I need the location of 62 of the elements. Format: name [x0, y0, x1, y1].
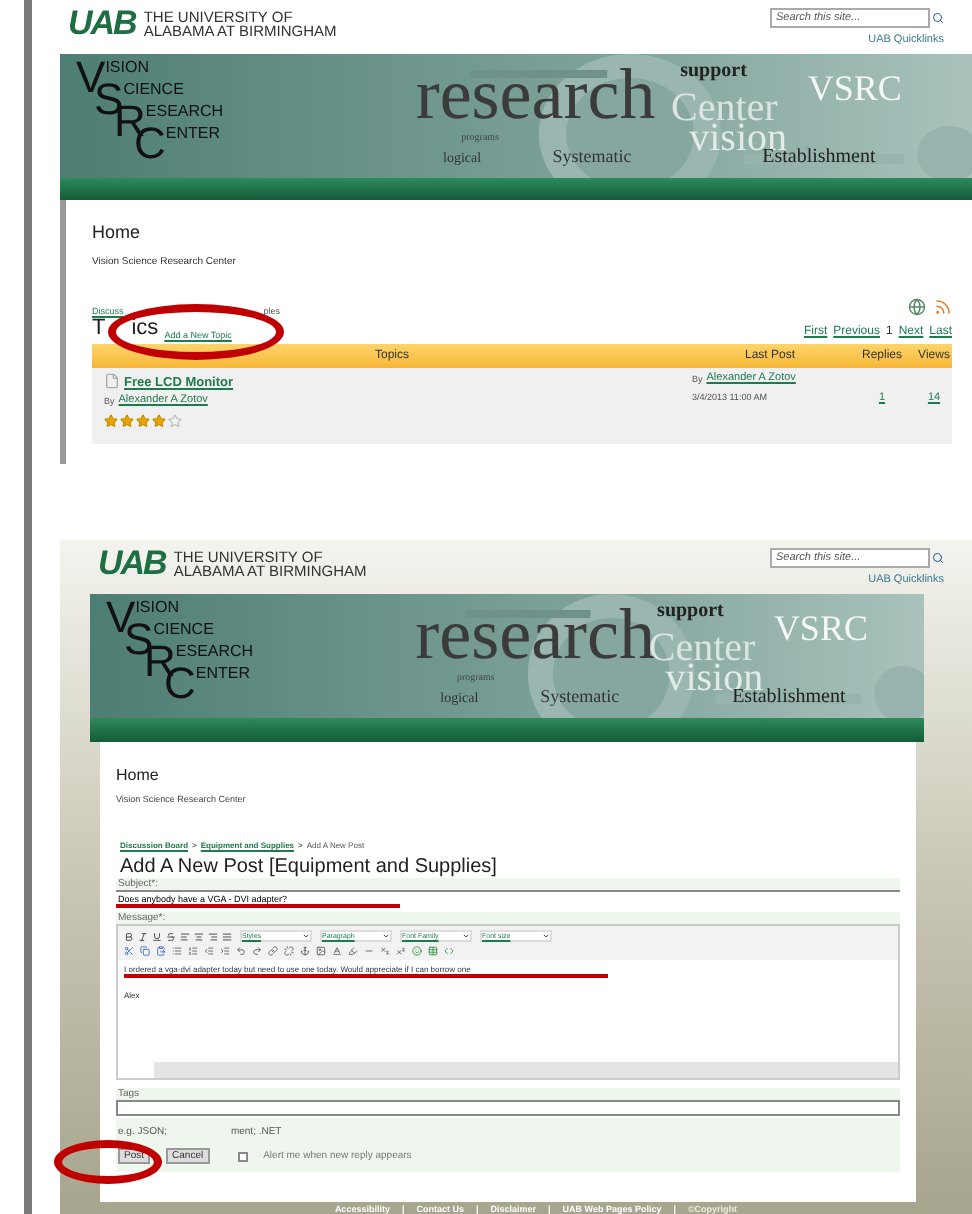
form-title: Add A New Post [Equipment and Supplies] — [120, 856, 499, 878]
tags-field[interactable] — [116, 1100, 900, 1116]
align-left-icon[interactable] — [180, 931, 190, 941]
copy-icon[interactable] — [140, 946, 150, 956]
globe-icon[interactable] — [908, 298, 926, 316]
italic-icon[interactable] — [138, 931, 148, 941]
underline-icon[interactable] — [152, 931, 162, 941]
horizontal-rule-icon[interactable] — [364, 946, 374, 956]
align-center-icon[interactable] — [194, 931, 204, 941]
table-icon[interactable] — [428, 946, 438, 956]
university-logo[interactable]: UAB — [68, 8, 136, 38]
logo-word: ENTER — [195, 666, 251, 682]
banner-word: support — [680, 62, 747, 82]
logo-word: CIENCE — [123, 82, 184, 98]
logo-word: CIENCE — [153, 622, 214, 638]
banner-word: VSRC — [773, 610, 868, 646]
redo-icon[interactable] — [252, 946, 262, 956]
logo-word: ISION — [135, 600, 179, 616]
banner-word: research — [415, 58, 656, 130]
align-justify-icon[interactable] — [222, 931, 232, 941]
banner-word: Systematic — [552, 148, 632, 166]
outdent-icon[interactable] — [204, 946, 214, 956]
banner-word: Systematic — [540, 688, 620, 706]
text-color-icon[interactable] — [332, 946, 342, 956]
document-icon — [104, 372, 120, 390]
list-icon[interactable] — [172, 946, 182, 956]
banner-word: VSRC — [807, 70, 902, 106]
banner-word: Establishment — [762, 148, 876, 168]
strikethrough-icon[interactable] — [166, 931, 176, 941]
link-icon[interactable] — [268, 946, 278, 956]
scissors-icon[interactable] — [124, 946, 134, 956]
numbered-list-icon[interactable] — [188, 946, 198, 956]
search-icon[interactable] — [932, 12, 944, 24]
anchor-icon[interactable] — [300, 946, 310, 956]
topics-heading: T — [92, 318, 106, 340]
university-logo[interactable]: UAB — [98, 548, 166, 578]
page-title: Home — [116, 766, 161, 784]
highlighter-icon[interactable] — [348, 946, 358, 956]
image-icon[interactable] — [316, 946, 326, 956]
unlink-icon[interactable] — [284, 946, 294, 956]
banner-word: Establishment — [732, 688, 846, 708]
undo-icon[interactable] — [236, 946, 246, 956]
smiley-icon[interactable] — [412, 946, 422, 956]
banner-word: research — [415, 598, 656, 670]
logo-word: ESEARCH — [175, 644, 254, 660]
topics-heading: ics — [131, 318, 159, 340]
search-icon[interactable] — [932, 552, 944, 564]
bold-icon[interactable] — [124, 931, 134, 941]
logo-word: ENTER — [165, 126, 221, 142]
logo-word: ESEARCH — [145, 104, 224, 120]
rss-icon[interactable] — [934, 298, 952, 316]
banner-word: support — [657, 602, 724, 622]
superscript-icon[interactable] — [396, 946, 406, 956]
align-right-icon[interactable] — [208, 931, 218, 941]
page-title: Home — [92, 222, 143, 242]
subscript-icon[interactable] — [380, 946, 390, 956]
paste-icon[interactable] — [156, 946, 166, 956]
indent-icon[interactable] — [220, 946, 230, 956]
code-icon[interactable] — [444, 946, 454, 956]
alert-checkbox[interactable] — [237, 1151, 248, 1161]
annotation-ellipse — [54, 1140, 162, 1184]
logo-word: ISION — [105, 60, 149, 76]
